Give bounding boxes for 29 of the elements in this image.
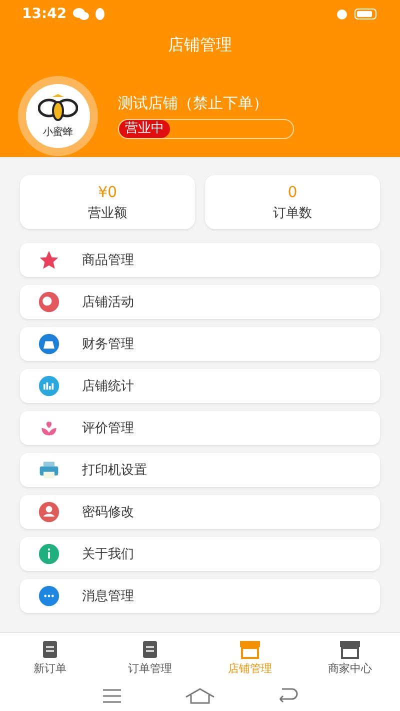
stat-value: 0 (288, 182, 298, 200)
bee-icon (38, 93, 78, 123)
stat-label: 营业额 (88, 204, 127, 222)
menu-item[interactable]: 打印机设置 (20, 453, 380, 487)
status-badge: 营业中 (119, 120, 170, 138)
logo-text: 小蜜蜂 (43, 126, 73, 139)
status-time: 13:42 (22, 6, 67, 22)
nav-tab[interactable]: 商家中心 (300, 633, 400, 681)
menu-item[interactable]: 店铺活动 (20, 285, 380, 319)
menu-item[interactable]: 关于我们 (20, 537, 380, 571)
menu-item[interactable]: 消息管理 (20, 579, 380, 613)
shop-icon (338, 638, 362, 658)
menu-item[interactable]: 商品管理 (20, 243, 380, 277)
menu-item[interactable]: 评价管理 (20, 411, 380, 445)
shop-name: 测试店铺（禁止下单） (118, 94, 269, 112)
chat-icon (72, 8, 89, 20)
battery-icon (354, 8, 378, 20)
nav-tab[interactable]: 新订单 (0, 633, 100, 681)
stat-value: ¥0 (98, 182, 118, 200)
stat-label: 订单数 (273, 204, 312, 222)
page-title: 店铺管理 (167, 34, 233, 56)
menu-item[interactable]: 密码修改 (20, 495, 380, 529)
menu-icon[interactable] (102, 689, 122, 703)
home-icon[interactable] (184, 688, 215, 704)
menu-item[interactable]: 店铺统计 (20, 369, 380, 403)
storefront-icon (238, 638, 262, 658)
menu-item[interactable]: 财务管理 (20, 327, 380, 361)
back-icon[interactable] (278, 688, 298, 704)
nav-tab[interactable]: 订单管理 (100, 633, 200, 681)
